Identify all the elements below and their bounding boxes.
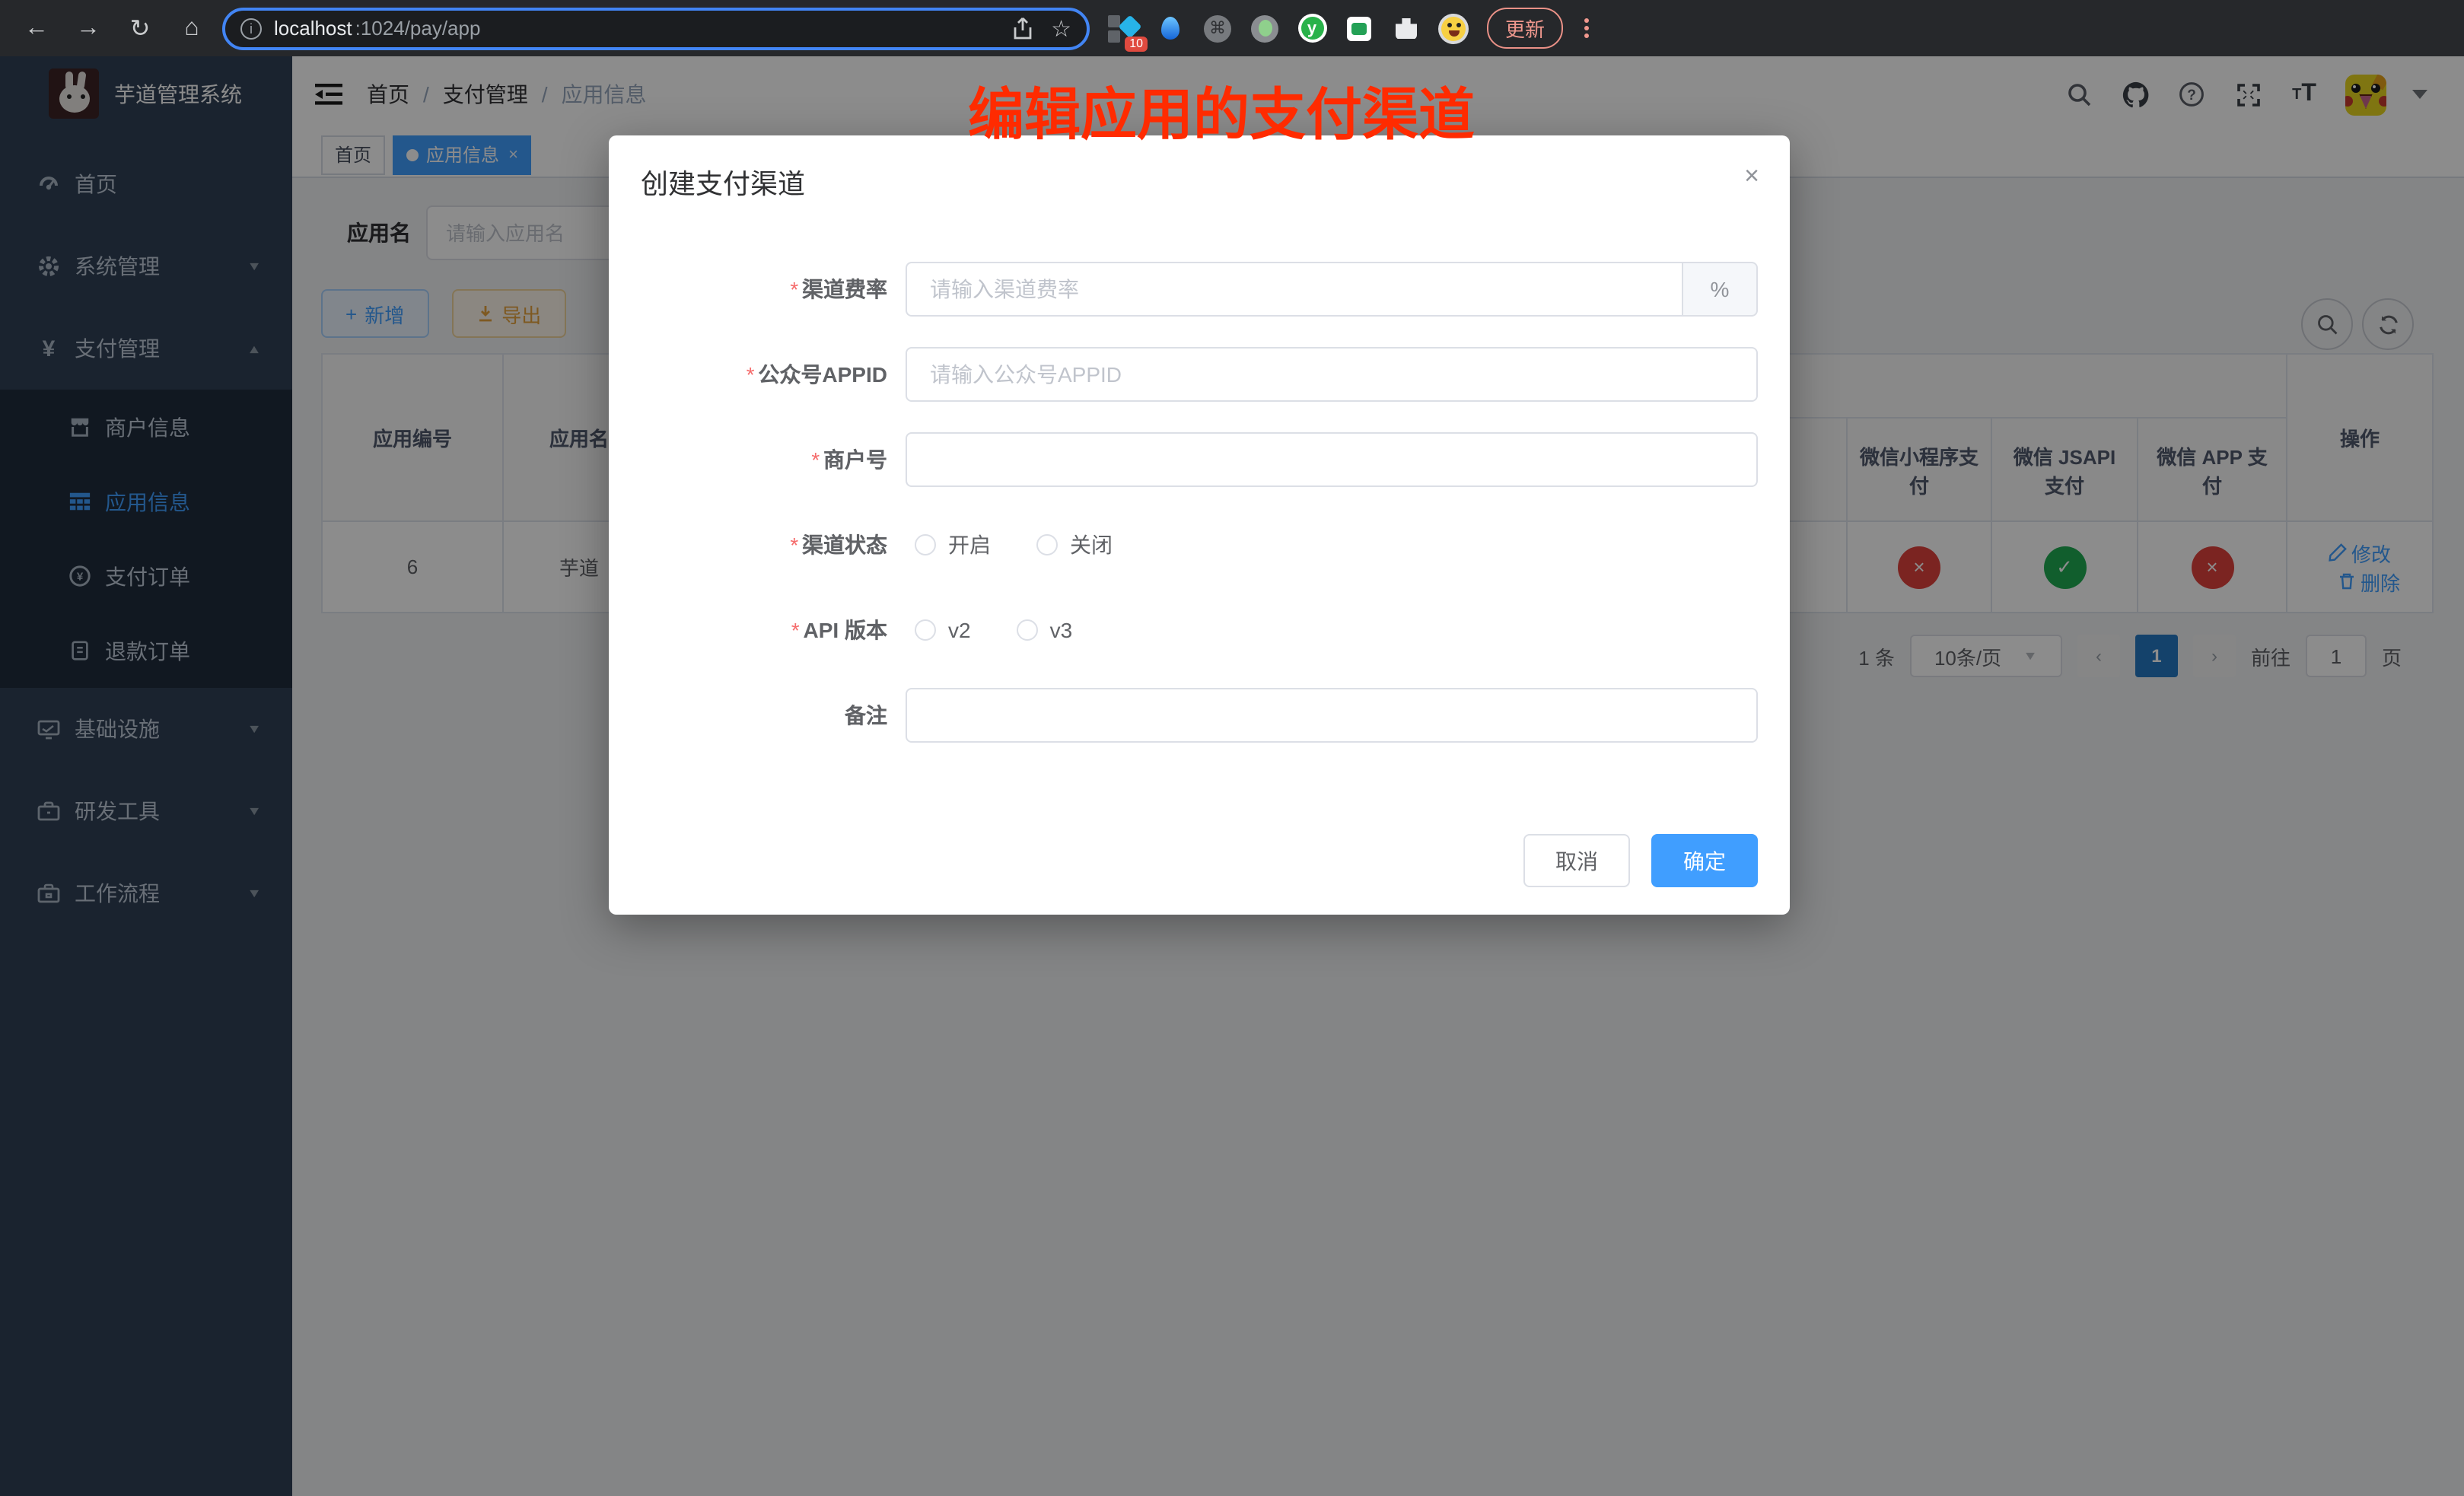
appid-label: 公众号APPID [758, 362, 887, 387]
rate-input[interactable] [906, 262, 1682, 317]
bookmark-star-icon[interactable]: ☆ [1051, 14, 1071, 42]
dialog-close-icon[interactable]: × [1744, 163, 1759, 189]
cancel-button[interactable]: 取消 [1523, 834, 1630, 887]
extension-tabs-icon[interactable]: 10 [1108, 13, 1138, 43]
create-pay-channel-dialog: 创建支付渠道 × *渠道费率 % *公众号APPID *商户号 [609, 135, 1790, 915]
required-asterisk: * [791, 618, 799, 642]
form-row-appid: *公众号APPID [609, 347, 1790, 402]
radio-circle-icon [1036, 534, 1058, 555]
confirm-button[interactable]: 确定 [1651, 834, 1758, 887]
site-info-icon[interactable]: i [240, 18, 262, 39]
extension-badge: 10 [1125, 36, 1148, 51]
api-v2-radio[interactable]: v2 [915, 618, 971, 642]
browser-update-button[interactable]: 更新 [1487, 8, 1563, 49]
browser-toolbar: ← → ↻ ⌂ i localhost:1024/pay/app ☆ 10 ⌘ … [0, 0, 2464, 56]
browser-reload-icon[interactable]: ↻ [119, 7, 161, 49]
api-v3-radio[interactable]: v3 [1017, 618, 1073, 642]
status-label: 渠道状态 [802, 533, 887, 557]
extension-command-icon[interactable]: ⌘ [1202, 13, 1233, 43]
radio-circle-icon [915, 534, 936, 555]
required-asterisk: * [789, 277, 797, 301]
address-bar[interactable]: i localhost:1024/pay/app ☆ [222, 7, 1090, 49]
status-open-radio[interactable]: 开启 [915, 530, 991, 560]
extensions-puzzle-icon[interactable] [1391, 13, 1421, 43]
required-asterisk: * [746, 362, 754, 387]
browser-forward-icon[interactable]: → [67, 7, 110, 49]
remark-input[interactable] [906, 688, 1758, 743]
appid-input[interactable] [906, 347, 1758, 402]
radio-circle-icon [1017, 619, 1038, 641]
screenshot-root: ← → ↻ ⌂ i localhost:1024/pay/app ☆ 10 ⌘ … [0, 0, 2464, 1496]
merchant-label: 商户号 [823, 447, 887, 472]
api-version-label: API 版本 [804, 618, 887, 642]
extension-record-icon[interactable] [1250, 13, 1280, 43]
extension-y-icon[interactable]: y [1297, 13, 1327, 43]
form-row-status: *渠道状态 开启 关闭 [609, 517, 1790, 572]
status-closed-radio[interactable]: 关闭 [1036, 530, 1113, 560]
required-asterisk: * [810, 447, 819, 472]
url-path: :1024/pay/app [355, 17, 481, 40]
remark-label: 备注 [845, 703, 887, 727]
merchant-input[interactable] [906, 432, 1758, 487]
url-host: localhost [274, 17, 352, 40]
browser-home-icon[interactable]: ⌂ [170, 7, 213, 49]
share-icon[interactable] [1011, 16, 1033, 40]
percent-suffix: % [1682, 262, 1758, 317]
rate-label: 渠道费率 [802, 277, 887, 301]
required-asterisk: * [789, 533, 797, 557]
extension-chat-icon[interactable] [1344, 13, 1374, 43]
browser-profile-avatar[interactable] [1438, 13, 1469, 43]
form-row-rate: *渠道费率 % [609, 262, 1790, 317]
form-row-api-version: *API 版本 v2 v3 [609, 603, 1790, 657]
extension-pin-icon[interactable] [1155, 13, 1186, 43]
browser-menu-icon[interactable] [1575, 15, 1598, 41]
radio-circle-icon [915, 619, 936, 641]
browser-back-icon[interactable]: ← [15, 7, 58, 49]
form-row-merchant: *商户号 [609, 432, 1790, 487]
form-row-remark: 备注 [609, 688, 1790, 743]
annotation-text: 编辑应用的支付渠道 [968, 68, 1475, 151]
dialog-title: 创建支付渠道 [641, 169, 805, 199]
